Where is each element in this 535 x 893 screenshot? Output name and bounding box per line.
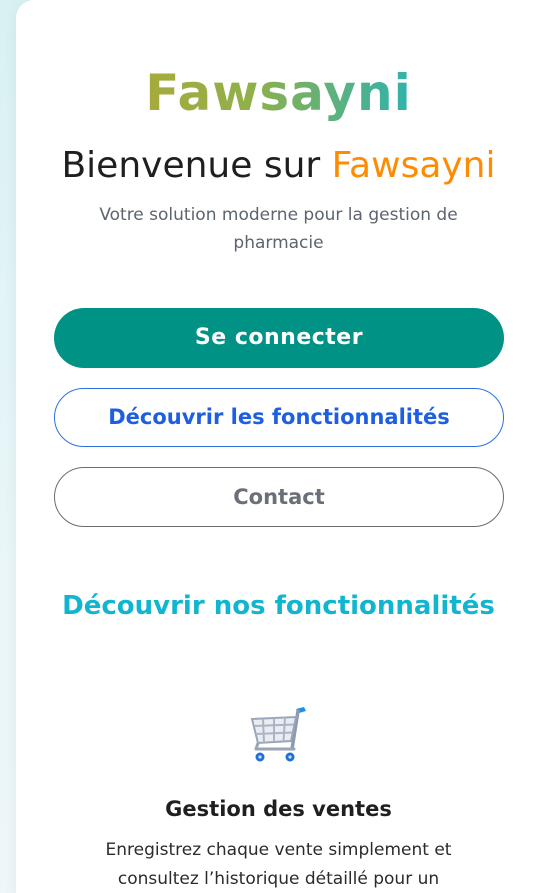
discover-features-button[interactable]: Découvrir les fonctionnalités: [54, 388, 504, 447]
welcome-subtitle: Votre solution moderne pour la gestion d…: [99, 205, 458, 253]
app-logo: Fawsayni: [0, 60, 535, 126]
shopping-cart-icon: [246, 703, 310, 765]
welcome-heading: Bienvenue sur Fawsayni: [0, 143, 535, 189]
feature-description: Enregistrez chaque vente simplement et c…: [105, 840, 452, 889]
features-section-title: Découvrir nos fonctionnalités: [62, 591, 495, 621]
welcome-brand: Fawsayni: [331, 145, 496, 186]
contact-button[interactable]: Contact: [54, 467, 504, 527]
welcome-prefix: Bienvenue sur: [61, 145, 332, 186]
feature-title: Gestion des ventes: [165, 797, 392, 821]
login-button[interactable]: Se connecter: [54, 308, 504, 368]
